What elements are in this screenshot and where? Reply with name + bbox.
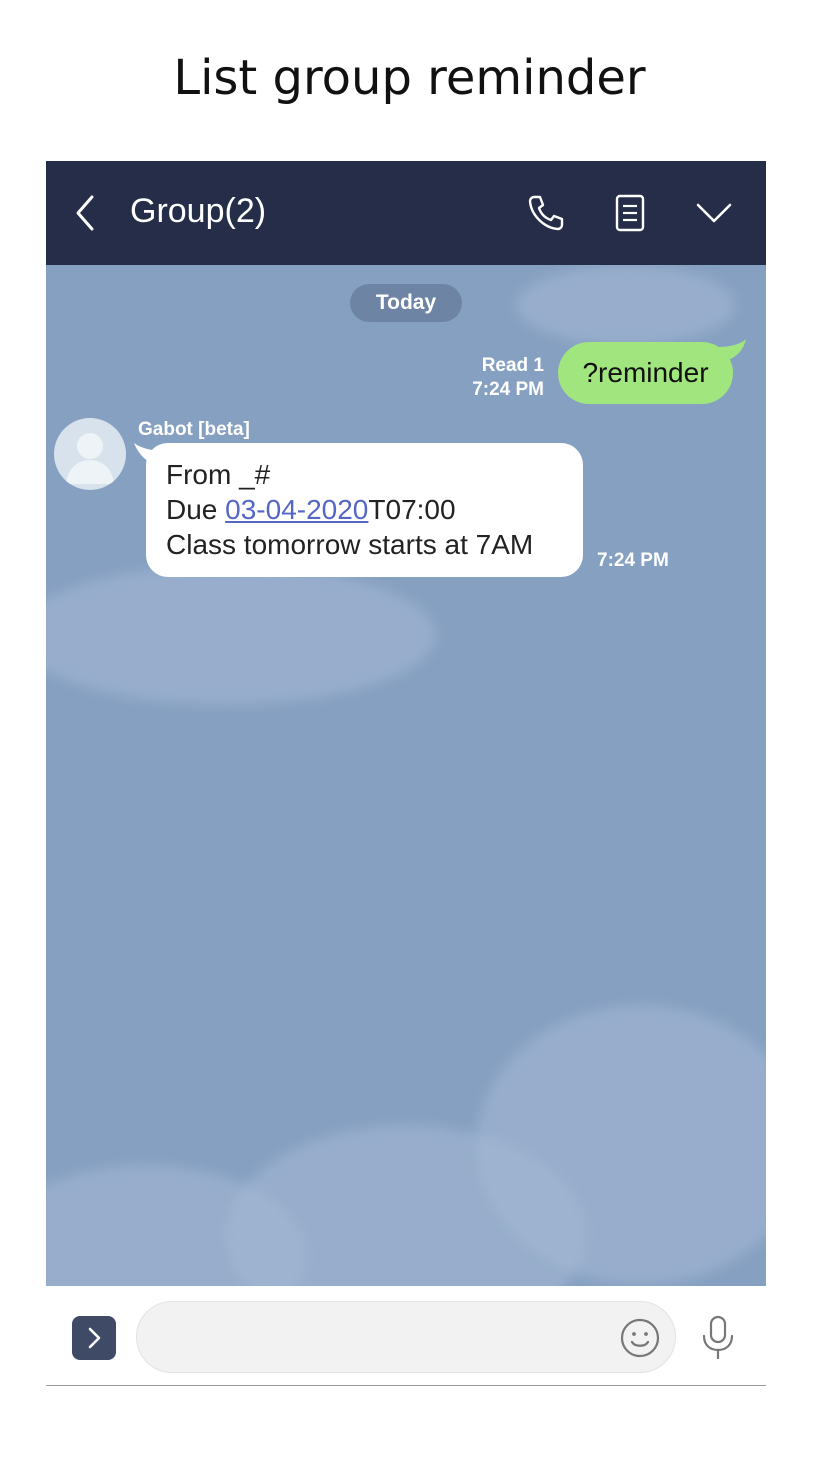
message-time: 7:24 PM — [597, 550, 669, 571]
background-cloud — [46, 565, 436, 705]
date-separator: Today — [350, 284, 462, 322]
chevron-left-icon[interactable] — [70, 193, 102, 233]
avatar[interactable] — [54, 418, 126, 490]
message-input[interactable] — [136, 1301, 676, 1373]
phone-icon[interactable] — [524, 191, 568, 235]
chat-area[interactable]: Today Read 1 7:24 PM ?reminder Gabot [be… — [46, 265, 766, 1286]
message-line: Due 03-04-2020T07:00 — [166, 492, 563, 527]
outgoing-message-bubble[interactable]: ?reminder — [558, 342, 733, 404]
date-link[interactable]: 03-04-2020 — [225, 494, 368, 525]
read-receipt: Read 1 — [481, 355, 544, 376]
sender-name: Gabot [beta] — [138, 419, 250, 440]
smiley-icon[interactable] — [618, 1316, 662, 1360]
microphone-icon[interactable] — [698, 1314, 738, 1362]
page-title: List group reminder — [173, 50, 646, 106]
due-time: T07:00 — [368, 494, 456, 525]
message-time: 7:24 PM — [472, 379, 544, 400]
due-label: Due — [166, 494, 226, 525]
expand-button[interactable] — [72, 1316, 116, 1360]
message-line: Class tomorrow starts at 7AM — [166, 529, 534, 560]
outgoing-message-meta: Read 1 7:24 PM — [472, 354, 544, 402]
notes-icon[interactable] — [608, 191, 652, 235]
message-input-bar — [46, 1286, 766, 1386]
chat-header: Group(2) — [46, 161, 766, 265]
incoming-message-bubble[interactable]: From _# Due 03-04-2020T07:00 Class tomor… — [146, 443, 583, 577]
background-cloud — [516, 265, 736, 345]
chat-screen: Group(2) Today Read 1 7:24 PM ?reminder — [46, 161, 766, 1386]
chevron-down-icon[interactable] — [692, 191, 736, 235]
chat-title[interactable]: Group(2) — [130, 192, 266, 231]
chevron-right-icon — [88, 1327, 101, 1349]
message-line: From _# — [166, 459, 271, 490]
user-silhouette-icon — [66, 433, 114, 484]
